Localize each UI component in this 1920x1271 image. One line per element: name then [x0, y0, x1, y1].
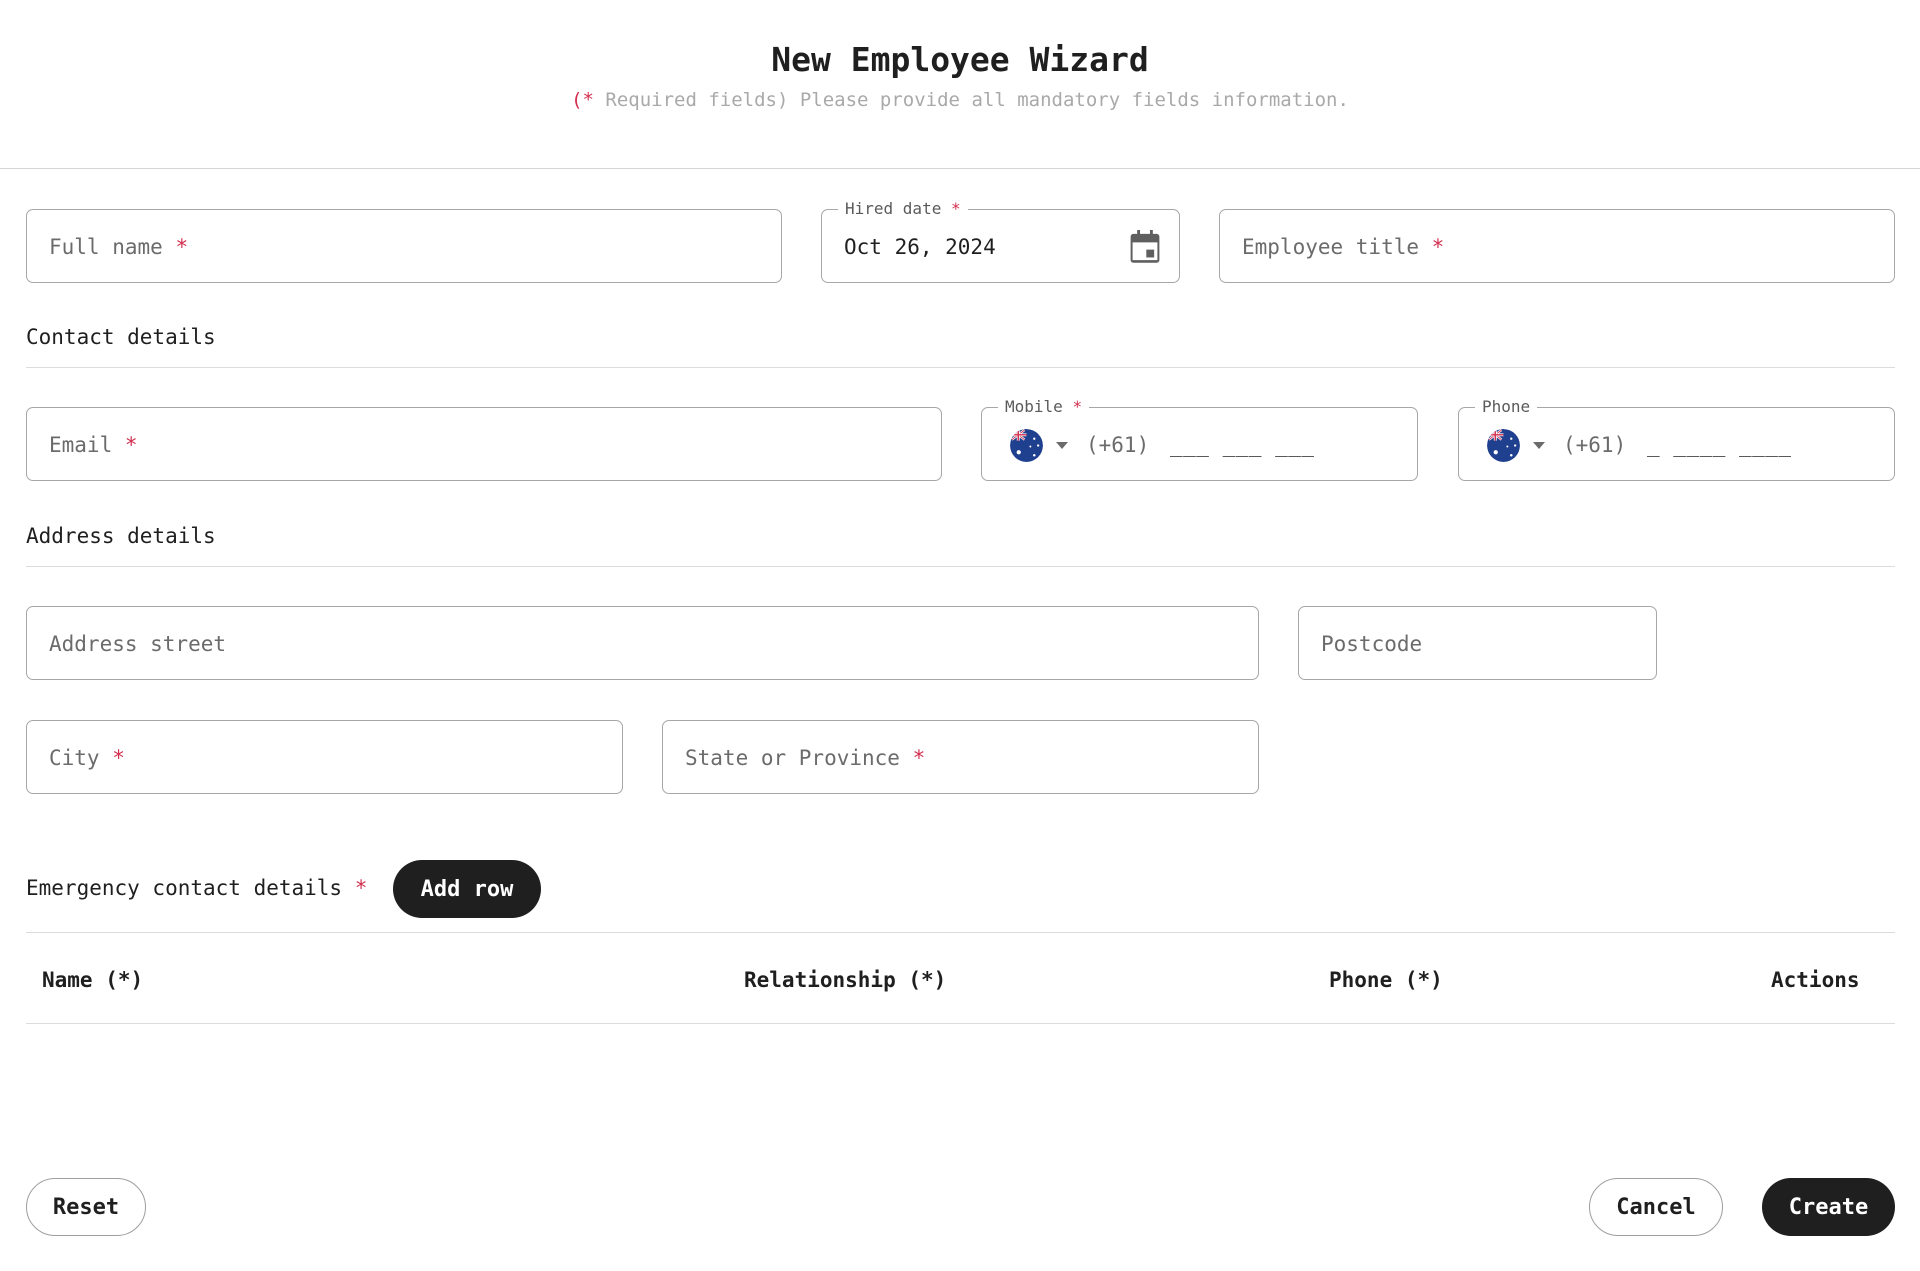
employee-title-placeholder: Employee title *: [1242, 235, 1445, 259]
postcode-placeholder: Postcode: [1321, 632, 1423, 656]
table-header-actions: Actions: [1771, 968, 1860, 992]
phone-input[interactable]: _ ____ ____: [1647, 408, 1792, 482]
table-header-name: Name (*): [42, 968, 144, 992]
calendar-icon[interactable]: [1129, 230, 1161, 264]
reset-button[interactable]: Reset: [26, 1178, 146, 1236]
address-street-placeholder: Address street: [49, 632, 227, 656]
mobile-input[interactable]: ___ ___ ___: [1170, 408, 1315, 482]
email-field[interactable]: Email *: [26, 407, 942, 481]
phone-field[interactable]: Phone (+61) _ ____ ____: [1458, 397, 1895, 482]
full-name-placeholder: Full name *: [49, 235, 189, 259]
table-header-divider: [26, 1023, 1895, 1024]
hired-date-field[interactable]: Hired date * Oct 26, 2024: [821, 199, 1180, 283]
wizard-header: New Employee Wizard (* Required fields) …: [0, 0, 1920, 169]
contact-divider: [26, 367, 1895, 368]
employee-title-field[interactable]: Employee title *: [1219, 209, 1895, 283]
mobile-field[interactable]: Mobile * (+61) ___ ___ ___: [981, 397, 1418, 482]
cancel-button[interactable]: Cancel: [1589, 1178, 1723, 1236]
table-header-phone: Phone (*): [1329, 968, 1443, 992]
address-details-heading: Address details: [26, 524, 216, 548]
page-title: New Employee Wizard: [771, 40, 1149, 79]
postcode-field[interactable]: Postcode: [1298, 606, 1657, 680]
mobile-label: Mobile *: [998, 397, 1090, 417]
add-row-button[interactable]: Add row: [393, 860, 541, 918]
city-field[interactable]: City *: [26, 720, 623, 794]
city-placeholder: City *: [49, 746, 125, 770]
address-street-field[interactable]: Address street: [26, 606, 1259, 680]
emergency-contact-heading: Emergency contact details *: [26, 876, 368, 900]
email-placeholder: Email *: [49, 433, 138, 457]
mobile-dial-code: (+61): [1086, 433, 1150, 457]
required-mark: (*: [571, 89, 594, 111]
page-subtitle: (* Required fields) Please provide all m…: [0, 89, 1920, 111]
full-name-field[interactable]: Full name *: [26, 209, 782, 283]
address-divider: [26, 566, 1895, 567]
table-top-divider: [26, 932, 1895, 933]
table-header-relationship: Relationship (*): [744, 968, 947, 992]
phone-dial-code: (+61): [1563, 433, 1627, 457]
phone-label: Phone: [1475, 397, 1538, 417]
contact-details-heading: Contact details: [26, 325, 216, 349]
subtitle-text: Required fields) Please provide all mand…: [593, 89, 1349, 111]
australia-flag-icon[interactable]: [1010, 429, 1043, 462]
state-field[interactable]: State or Province *: [662, 720, 1259, 794]
hired-date-value: Oct 26, 2024: [844, 235, 996, 259]
caret-down-icon[interactable]: [1056, 442, 1068, 449]
australia-flag-icon[interactable]: [1487, 429, 1520, 462]
caret-down-icon[interactable]: [1533, 442, 1545, 449]
state-placeholder: State or Province *: [685, 746, 926, 770]
create-button[interactable]: Create: [1762, 1178, 1895, 1236]
